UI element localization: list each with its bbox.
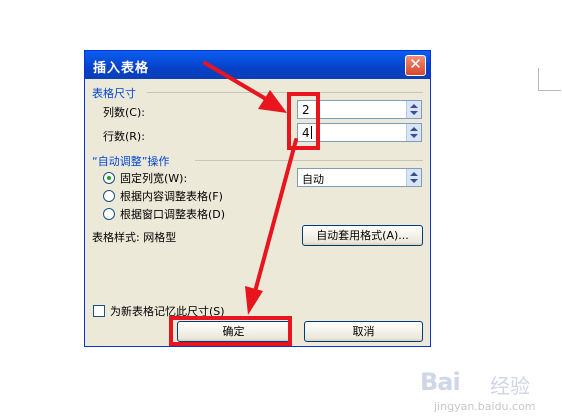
watermark-logo: Bai xyxy=(420,368,461,396)
watermark-url: jingyan.baidu.com xyxy=(434,400,536,413)
watermark-subtitle: 经验 xyxy=(490,374,530,398)
arrow-to-ok-button-icon xyxy=(245,138,298,315)
baidu-watermark: Bai 经验 jingyan.baidu.com xyxy=(412,368,552,418)
annotation-arrows xyxy=(203,61,298,315)
arrow-to-size-inputs-icon xyxy=(203,61,287,113)
